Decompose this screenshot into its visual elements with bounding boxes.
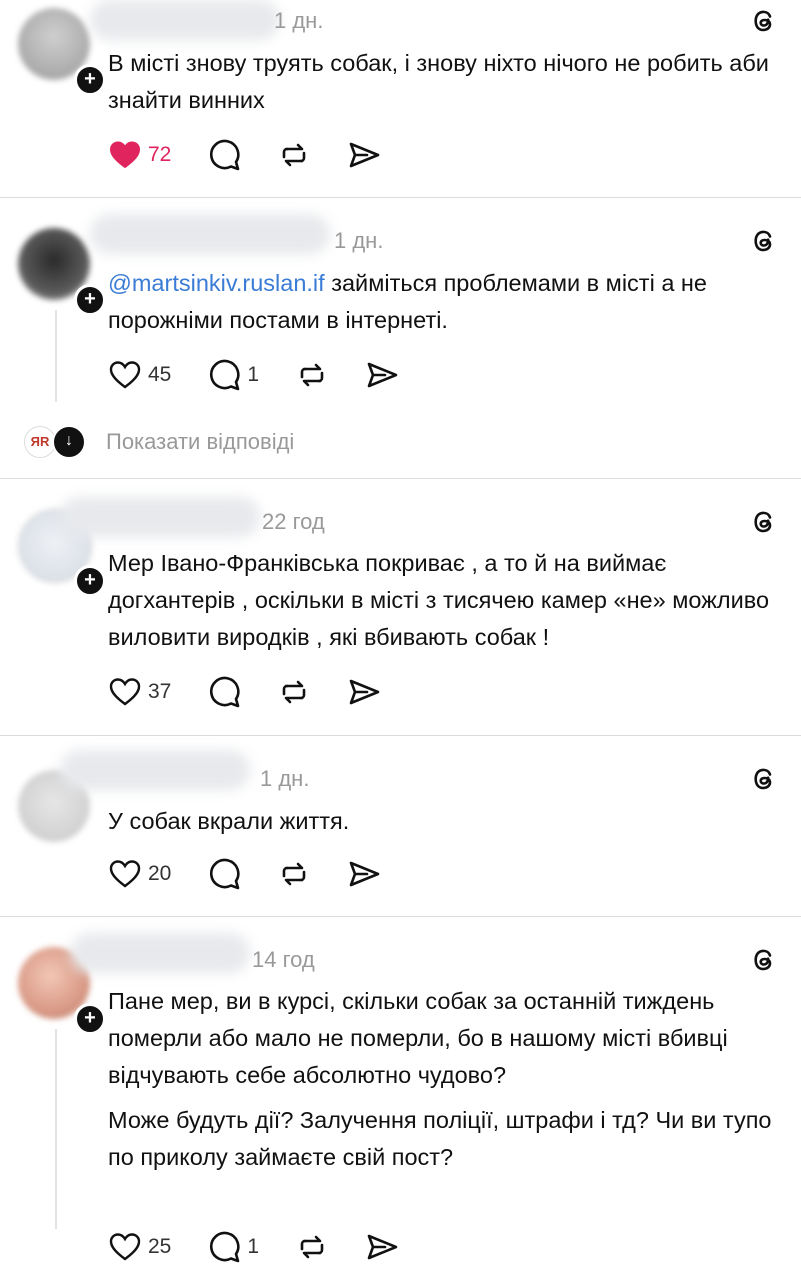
repost-button[interactable]: [277, 675, 311, 709]
comment-icon: [210, 359, 240, 391]
post-actions: 45 1: [108, 357, 435, 393]
share-button[interactable]: [365, 1230, 399, 1264]
thread-line: [55, 1029, 57, 1229]
comment-button[interactable]: [207, 675, 241, 709]
post-3: + 22 год Мер Івано-Франківська покриває …: [0, 479, 801, 735]
thread-line: [55, 310, 57, 402]
username-blurred[interactable]: [60, 750, 250, 790]
post-text: У собак вкрали життя.: [108, 808, 350, 834]
threads-logo-icon[interactable]: [749, 507, 779, 537]
show-replies-label: Показати відповіді: [106, 429, 295, 454]
post-time: 1 дн.: [260, 766, 310, 791]
post-5: + 14 год Пане мер, ви в курсі, скільки с…: [0, 917, 801, 1280]
comment-icon: [210, 858, 240, 890]
heart-icon: [109, 678, 141, 706]
share-button[interactable]: [347, 857, 381, 891]
like-count: 45: [148, 363, 172, 386]
comment-button[interactable]: 1: [207, 1230, 259, 1264]
post-actions: 72: [108, 137, 417, 173]
post-actions: 37: [108, 674, 417, 710]
share-button[interactable]: [347, 675, 381, 709]
post-time: 1 дн.: [334, 228, 384, 253]
repost-icon: [300, 1235, 324, 1259]
threads-logo-icon[interactable]: [749, 945, 779, 975]
like-button[interactable]: 25: [108, 1230, 171, 1264]
post-paragraph-2: Може будуть дії? Залучення поліції, штра…: [108, 1107, 772, 1170]
show-replies-button[interactable]: ЯR ↓ Показати відповіді: [24, 425, 294, 459]
post-text: В місті знову труять собак, і знову ніхт…: [108, 50, 769, 113]
share-button[interactable]: [365, 358, 399, 392]
repost-icon: [300, 363, 324, 387]
username-blurred[interactable]: [90, 0, 280, 40]
repost-button[interactable]: [295, 1230, 329, 1264]
post-text: Пане мер, ви в курсі, скільки собак за о…: [108, 983, 778, 1176]
post-text: Мер Івано-Франківська покриває , а то й …: [108, 550, 770, 650]
threads-logo-icon[interactable]: [749, 226, 779, 256]
username-blurred[interactable]: [90, 214, 330, 254]
username-blurred[interactable]: [60, 497, 260, 537]
post-time: 1 дн.: [274, 8, 324, 33]
share-icon: [367, 1234, 398, 1260]
comment-icon: [210, 139, 240, 171]
post-1: + 1 дн. В місті знову труять собак, і зн…: [0, 0, 801, 197]
repost-button[interactable]: [277, 138, 311, 172]
heart-icon: [109, 361, 141, 389]
follow-plus-icon[interactable]: +: [74, 64, 106, 96]
comment-button[interactable]: [207, 138, 241, 172]
like-count: 25: [148, 1235, 172, 1258]
share-icon: [350, 679, 380, 705]
like-count: 20: [148, 862, 172, 885]
reply-count: 1: [247, 363, 260, 386]
heart-icon: [109, 860, 141, 888]
post-actions: 20: [108, 856, 417, 892]
post-time: 22 год: [262, 509, 325, 534]
like-button[interactable]: 72: [108, 138, 171, 172]
repost-icon: [283, 862, 306, 886]
follow-plus-icon[interactable]: +: [74, 565, 106, 597]
like-count: 72: [148, 143, 172, 166]
comment-button[interactable]: 1: [207, 358, 259, 392]
share-icon: [350, 142, 380, 168]
repost-icon: [283, 143, 306, 167]
like-count: 37: [148, 680, 172, 703]
follow-plus-icon[interactable]: +: [74, 1003, 106, 1035]
like-button[interactable]: 37: [108, 675, 171, 709]
post-2: + 1 дн. @martsinkiv.ruslan.if займіться …: [0, 198, 801, 478]
like-button[interactable]: 45: [108, 358, 171, 392]
reply-count: 1: [247, 1235, 260, 1258]
repost-button[interactable]: [295, 358, 329, 392]
share-icon: [367, 362, 398, 388]
threads-logo-icon[interactable]: [749, 764, 779, 794]
comment-icon: [210, 676, 240, 708]
post-4: 1 дн. У собак вкрали життя. 20: [0, 736, 801, 916]
post-text: @martsinkiv.ruslan.if займіться проблема…: [108, 265, 778, 339]
post-time: 14 год: [252, 947, 315, 972]
heart-icon: [109, 141, 141, 169]
like-button[interactable]: 20: [108, 857, 171, 891]
repost-icon: [283, 680, 306, 704]
repost-button[interactable]: [277, 857, 311, 891]
username-blurred[interactable]: [70, 933, 250, 973]
comment-icon: [210, 1231, 240, 1263]
post-paragraph-1: Пане мер, ви в курсі, скільки собак за о…: [108, 988, 728, 1088]
threads-logo-icon[interactable]: [749, 6, 779, 36]
arrow-down-icon: ↓: [52, 425, 86, 459]
heart-icon: [109, 1233, 141, 1261]
mention-link[interactable]: @martsinkiv.ruslan.if: [108, 270, 325, 296]
comment-button[interactable]: [207, 857, 241, 891]
share-icon: [350, 861, 380, 887]
share-button[interactable]: [347, 138, 381, 172]
follow-plus-icon[interactable]: +: [74, 284, 106, 316]
post-actions: 25 1: [108, 1229, 435, 1265]
